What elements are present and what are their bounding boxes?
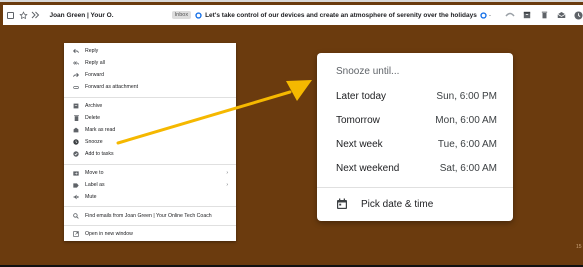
menu-item-label: Forward	[85, 72, 105, 78]
open-new-window-icon	[73, 231, 79, 237]
menu-item-reply[interactable]: Reply	[64, 46, 236, 56]
menu-item-label-as[interactable]: Label as ›	[64, 180, 236, 190]
forward-attachment-icon	[73, 84, 79, 90]
snooze-option-time: Mon, 6:00 AM	[435, 114, 497, 126]
menu-item-label: Snooze	[85, 139, 103, 145]
menu-item-label: Move to	[85, 170, 104, 176]
snooze-panel-title: Snooze until...	[336, 66, 400, 77]
menu-separator	[64, 97, 236, 98]
menu-item-label: Forward as attachment	[85, 84, 139, 90]
snooze-option-time: Sun, 6:00 PM	[436, 90, 497, 102]
menu-item-label: Delete	[85, 115, 100, 121]
menu-item-mark-as-read[interactable]: Mark as read	[64, 125, 236, 135]
snippet-separator: -	[488, 11, 491, 19]
mark-read-icon[interactable]	[556, 10, 566, 20]
reply-all-icon	[73, 60, 79, 66]
menu-item-move-to[interactable]: Move to ›	[64, 168, 236, 178]
snooze-option-tomorrow[interactable]: Tomorrow Mon, 6:00 AM	[317, 109, 513, 131]
email-row[interactable]: Joan Green | Your O. Inbox Let's take co…	[3, 5, 583, 25]
snooze-separator	[317, 187, 513, 188]
pick-date-time-button[interactable]: Pick date & time	[317, 193, 513, 215]
context-menu: Reply Reply all Forward Forward as attac…	[64, 43, 236, 241]
importance-marker-icon[interactable]	[31, 9, 41, 21]
menu-item-label: Mark as read	[85, 127, 116, 133]
emoji-icon	[480, 11, 487, 19]
menu-item-forward[interactable]: Forward	[64, 70, 236, 80]
trash-icon	[73, 115, 79, 121]
menu-item-label: Mute	[85, 194, 97, 200]
menu-item-label: Label as	[85, 182, 105, 188]
snooze-clock-icon[interactable]	[573, 10, 583, 20]
menu-separator	[64, 164, 236, 165]
forward-icon	[73, 72, 79, 78]
submenu-arrow-icon: ›	[226, 182, 228, 188]
menu-item-label: Reply all	[85, 60, 105, 66]
snooze-option-time: Sat, 6:00 AM	[439, 162, 497, 174]
menu-separator	[64, 206, 236, 207]
menu-item-archive[interactable]: Archive	[64, 101, 236, 111]
snooze-option-label: Next weekend	[336, 162, 400, 174]
menu-item-delete[interactable]: Delete	[64, 113, 236, 123]
submenu-arrow-icon: ›	[226, 170, 228, 176]
menu-item-add-to-tasks[interactable]: Add to tasks	[64, 149, 236, 159]
emoji-icon	[195, 11, 202, 19]
label-icon	[73, 182, 79, 188]
snooze-option-time: Tue, 6:00 AM	[437, 138, 497, 150]
reply-icon	[73, 48, 79, 54]
menu-item-mute[interactable]: Mute	[64, 192, 236, 202]
menu-item-reply-all[interactable]: Reply all	[64, 58, 236, 68]
tasks-icon	[73, 151, 79, 157]
archive-icon[interactable]	[522, 10, 532, 20]
menu-item-label: Reply	[85, 48, 99, 54]
menu-item-snooze[interactable]: Snooze	[64, 137, 236, 147]
menu-item-label: Find emails from Joan Green | Your Onlin…	[85, 213, 212, 219]
select-checkbox[interactable]	[6, 9, 16, 21]
folder-move-icon	[73, 170, 79, 176]
star-icon[interactable]	[19, 9, 29, 21]
snooze-option-label: Later today	[336, 90, 387, 102]
mute-icon	[73, 194, 79, 200]
loading-spinner-icon	[505, 10, 515, 20]
snooze-option-later-today[interactable]: Later today Sun, 6:00 PM	[317, 85, 513, 107]
page-number: 15	[576, 244, 582, 250]
pick-date-time-label: Pick date & time	[361, 198, 434, 210]
menu-item-find-emails-from-sender[interactable]: Find emails from Joan Green | Your Onlin…	[64, 211, 236, 221]
calendar-icon	[336, 198, 348, 210]
menu-item-open-in-new-window[interactable]: Open in new window	[64, 229, 236, 239]
menu-separator	[64, 225, 236, 226]
menu-item-label: Open in new window	[85, 231, 133, 237]
mark-read-icon	[73, 127, 79, 133]
snooze-panel: Snooze until... Later today Sun, 6:00 PM…	[317, 53, 513, 221]
snooze-option-label: Tomorrow	[336, 114, 380, 126]
trash-icon[interactable]	[539, 10, 549, 20]
snooze-option-label: Next week	[336, 138, 383, 150]
menu-item-forward-as-attachment[interactable]: Forward as attachment	[64, 82, 236, 92]
snooze-option-next-week[interactable]: Next week Tue, 6:00 AM	[317, 133, 513, 155]
email-sender: Joan Green | Your O.	[49, 11, 114, 19]
inbox-label-chip: Inbox	[171, 11, 192, 19]
search-icon	[73, 213, 79, 219]
archive-icon	[73, 103, 79, 109]
top-frame-border	[0, 0, 583, 2]
email-subject: Let's take control of our devices and cr…	[205, 11, 477, 19]
menu-item-label: Archive	[85, 103, 103, 109]
clock-icon	[73, 139, 79, 145]
snooze-option-next-weekend[interactable]: Next weekend Sat, 6:00 AM	[317, 157, 513, 179]
menu-item-label: Add to tasks	[85, 151, 114, 157]
